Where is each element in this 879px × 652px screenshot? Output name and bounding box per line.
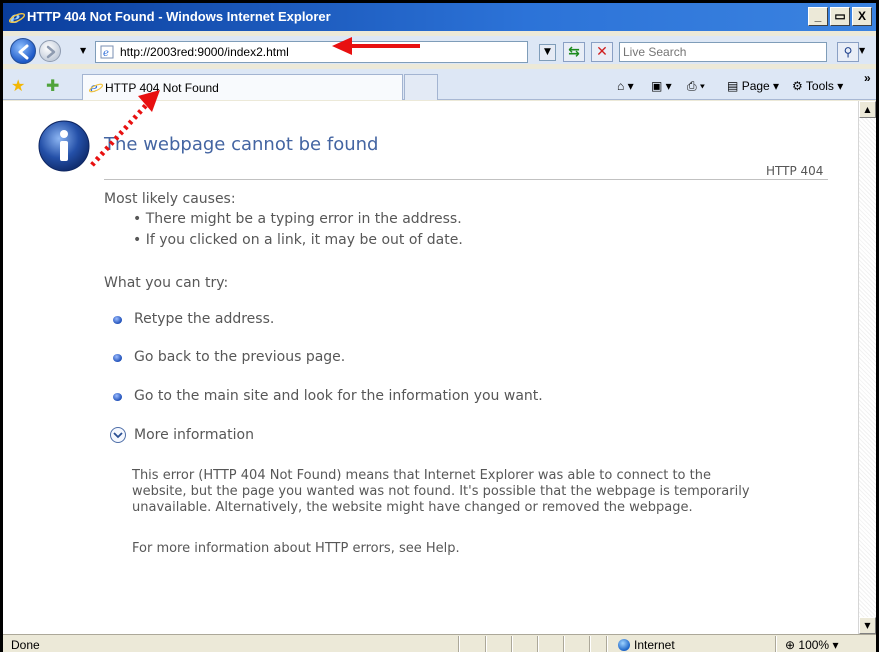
try-item-main-site[interactable]: Go to the main site and look for the inf… bbox=[134, 388, 543, 404]
search-button[interactable]: ⚲ bbox=[837, 42, 859, 62]
para-line: unavailable. Alternatively, the website … bbox=[132, 500, 693, 515]
chevron-down-icon bbox=[113, 432, 123, 439]
bullet-icon bbox=[113, 354, 122, 362]
tab-row: ★ ✚ e HTTP 404 Not Found ⌂ ▾ ▣ ▾ ⎙ ▾ ▤ P… bbox=[3, 69, 876, 100]
back-arrow-icon bbox=[18, 44, 29, 60]
window-title: HTTP 404 Not Found - Windows Internet Ex… bbox=[27, 9, 331, 24]
page-title: The webpage cannot be found bbox=[104, 134, 379, 155]
try-item-go-back[interactable]: Go back to the previous page. bbox=[134, 349, 345, 365]
zoom-value: 100% bbox=[798, 638, 830, 652]
try-title: What you can try: bbox=[104, 275, 229, 291]
back-button[interactable] bbox=[10, 38, 36, 64]
zone-label: Internet bbox=[634, 638, 675, 652]
bullet-icon bbox=[113, 316, 122, 324]
stop-icon: ✕ bbox=[596, 44, 608, 60]
para-line: This error (HTTP 404 Not Found) means th… bbox=[132, 468, 711, 483]
minimize-button[interactable]: _ bbox=[808, 7, 828, 26]
status-bar: Done Internet ⊕ 100% ▾ bbox=[3, 634, 876, 652]
tab-http-404[interactable]: e HTTP 404 Not Found bbox=[82, 74, 403, 100]
new-tab-button[interactable] bbox=[404, 74, 438, 100]
gear-icon: ⚙ bbox=[792, 79, 803, 93]
ie-logo-icon: e bbox=[9, 9, 25, 25]
history-dropdown-icon[interactable]: ▼ bbox=[80, 46, 86, 55]
status-cell bbox=[775, 636, 777, 652]
feeds-icon[interactable]: ▣ ▾ bbox=[651, 79, 672, 93]
address-dropdown-button[interactable]: ▼ bbox=[539, 44, 556, 61]
try-item-retype: Retype the address. bbox=[134, 311, 275, 327]
maximize-button[interactable]: ▭ bbox=[830, 7, 850, 26]
search-box[interactable] bbox=[619, 42, 827, 62]
address-field[interactable]: e http://2003red:9000/index2.html bbox=[95, 41, 528, 63]
stop-button[interactable]: ✕ bbox=[591, 42, 613, 62]
security-zone[interactable]: Internet bbox=[618, 638, 675, 652]
more-info-toggle[interactable] bbox=[110, 427, 126, 443]
help-line: For more information about HTTP errors, … bbox=[132, 541, 460, 556]
vertical-scrollbar[interactable]: ▲ ▼ bbox=[858, 101, 876, 634]
search-options-dropdown-icon[interactable]: ▼ bbox=[859, 46, 865, 55]
title-bar: e HTTP 404 Not Found - Windows Internet … bbox=[3, 3, 876, 31]
page-icon: ▤ bbox=[727, 79, 739, 93]
url-text: http://2003red:9000/index2.html bbox=[120, 45, 289, 59]
zoom-icon: ⊕ bbox=[785, 638, 796, 652]
status-text: Done bbox=[11, 638, 40, 652]
refresh-button[interactable]: ⇆ bbox=[563, 42, 585, 62]
window-controls: _ ▭ X bbox=[808, 7, 872, 26]
cause-item: • If you clicked on a link, it may be ou… bbox=[133, 232, 463, 248]
browser-window: e HTTP 404 Not Found - Windows Internet … bbox=[0, 0, 879, 652]
more-info-label[interactable]: More information bbox=[134, 427, 254, 443]
causes-title: Most likely causes: bbox=[104, 191, 236, 207]
para-line: website, but the page you wanted was not… bbox=[132, 484, 750, 499]
refresh-icon: ⇆ bbox=[568, 44, 580, 60]
search-input[interactable] bbox=[620, 43, 820, 61]
bullet-icon bbox=[113, 393, 122, 401]
forward-arrow-icon bbox=[46, 45, 56, 59]
tab-label: HTTP 404 Not Found bbox=[105, 81, 219, 95]
toolbar-overflow-chevron[interactable]: » bbox=[864, 71, 871, 85]
status-cell bbox=[485, 636, 487, 652]
status-cell bbox=[537, 636, 539, 652]
favorites-star-icon[interactable]: ★ bbox=[11, 76, 25, 95]
scroll-down-button[interactable]: ▼ bbox=[859, 617, 876, 634]
close-button[interactable]: X bbox=[852, 7, 872, 26]
status-cell bbox=[606, 636, 608, 652]
address-row: ▼ e http://2003red:9000/index2.html ▼ ⇆ … bbox=[3, 36, 876, 64]
page-menu[interactable]: ▤ Page ▾ bbox=[727, 79, 779, 93]
page-menu-label: Page bbox=[741, 79, 770, 93]
info-icon bbox=[38, 120, 90, 172]
status-cell bbox=[563, 636, 565, 652]
scroll-up-button[interactable]: ▲ bbox=[859, 101, 876, 118]
cause-item: • There might be a typing error in the a… bbox=[133, 211, 462, 227]
page-icon: e bbox=[100, 45, 114, 59]
status-cell bbox=[511, 636, 513, 652]
globe-icon bbox=[618, 639, 630, 651]
page-content: The webpage cannot be found HTTP 404 Mos… bbox=[3, 101, 858, 634]
home-icon[interactable]: ⌂ ▾ bbox=[617, 79, 634, 93]
tools-menu[interactable]: ⚙ Tools ▾ bbox=[792, 79, 843, 93]
print-icon[interactable]: ⎙ ▾ bbox=[687, 79, 705, 94]
more-info-paragraph: This error (HTTP 404 Not Found) means th… bbox=[132, 468, 750, 516]
add-favorites-icon[interactable]: ✚ bbox=[46, 76, 59, 95]
zoom-level[interactable]: ⊕ 100% ▾ bbox=[785, 638, 838, 652]
status-cell bbox=[458, 636, 460, 652]
http-code: HTTP 404 bbox=[766, 164, 824, 178]
forward-button[interactable] bbox=[39, 40, 61, 62]
divider bbox=[104, 179, 828, 180]
search-icon: ⚲ bbox=[843, 45, 853, 59]
svg-text:e: e bbox=[103, 48, 109, 59]
tools-menu-label: Tools bbox=[805, 79, 834, 93]
status-cell bbox=[589, 636, 591, 652]
